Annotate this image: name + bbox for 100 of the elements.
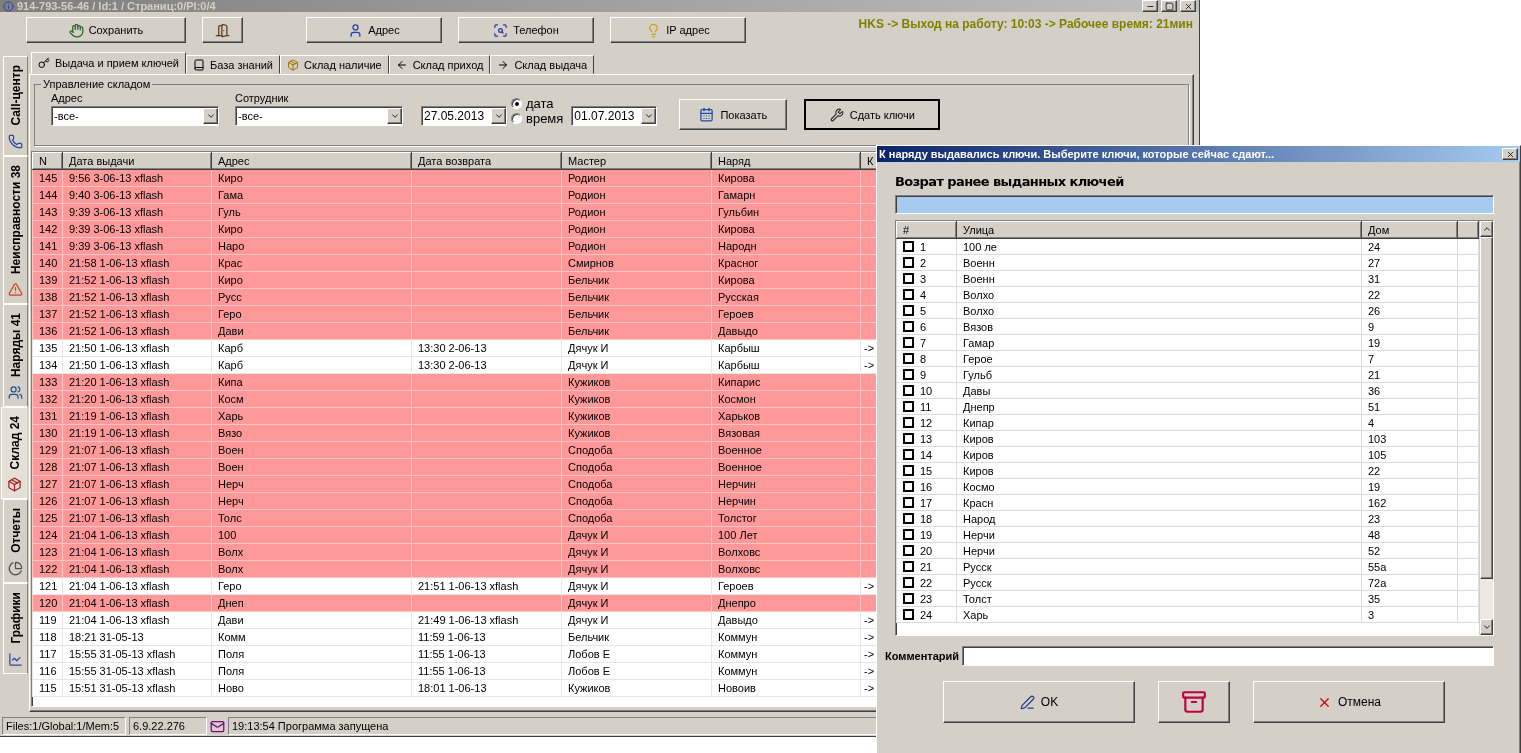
minimize-button[interactable] xyxy=(1142,0,1158,12)
checkbox[interactable] xyxy=(903,273,914,284)
checkbox[interactable] xyxy=(903,337,914,348)
toolbar-button[interactable]: Телефон xyxy=(458,17,594,43)
radio-option[interactable]: время xyxy=(511,111,564,126)
table-cell: Лобов Е xyxy=(568,648,610,660)
arrow-right-icon xyxy=(497,58,510,71)
table-cell: Поля xyxy=(218,665,245,677)
checkbox[interactable] xyxy=(903,513,914,524)
table-cell: Дави xyxy=(218,325,244,337)
column-header[interactable]: Мастер xyxy=(561,152,712,170)
side-tab[interactable]: Неисправности 38 xyxy=(3,155,28,304)
table-cell: Дячук И xyxy=(568,529,609,541)
side-tab[interactable]: Отчеты xyxy=(3,499,28,583)
table-cell: Бельчик xyxy=(568,325,610,337)
address-select[interactable]: -все- xyxy=(51,106,219,126)
show-button[interactable]: Показать xyxy=(679,99,788,130)
checkbox[interactable] xyxy=(903,353,914,364)
checkbox[interactable] xyxy=(903,577,914,588)
column-header[interactable] xyxy=(1457,221,1479,239)
table-cell: Родион xyxy=(568,189,606,201)
scroll-thumb[interactable] xyxy=(1480,237,1493,579)
checkbox[interactable] xyxy=(903,449,914,460)
table-cell: Нерч xyxy=(218,478,244,490)
table-cell: 9:39 3-06-13 xflash xyxy=(69,206,164,218)
checkbox[interactable] xyxy=(903,609,914,620)
table-cell: -> xyxy=(864,342,875,354)
column-header[interactable]: N xyxy=(32,152,63,170)
close-button[interactable] xyxy=(1180,0,1196,12)
field-label: Сотрудник xyxy=(235,92,290,104)
column-header[interactable]: Дата выдачи xyxy=(62,152,212,170)
column-header[interactable]: # xyxy=(896,221,957,239)
cancel-button[interactable]: Отмена xyxy=(1253,681,1445,723)
side-tab[interactable]: Графики xyxy=(3,582,28,674)
date-to-field[interactable]: 01.07.2013 xyxy=(571,106,658,126)
toolbar-button[interactable]: Адрес xyxy=(306,17,442,43)
checkbox[interactable] xyxy=(903,401,914,412)
table-cell: 21:52 1-06-13 xflash xyxy=(69,274,170,286)
dialog-title: К наряду выдавались ключи. Выберите ключи, которые сейчас сдают... xyxy=(879,148,1275,160)
table-cell: Военное xyxy=(718,444,762,456)
tab[interactable]: Выдача и прием ключей xyxy=(31,52,186,74)
column-header[interactable]: Дата возврата xyxy=(411,152,562,170)
table-cell: Народн xyxy=(718,240,757,252)
return-keys-button[interactable]: Сдать ключи xyxy=(804,99,941,130)
checkbox[interactable] xyxy=(903,465,914,476)
table-cell: Дячук И xyxy=(568,359,609,371)
checkbox[interactable] xyxy=(903,257,914,268)
comment-field[interactable] xyxy=(962,646,1494,666)
checkbox[interactable] xyxy=(903,417,914,428)
toolbar-button[interactable]: IP адрес xyxy=(610,17,746,43)
checkbox[interactable] xyxy=(903,369,914,380)
table-cell: 21:50 1-06-13 xflash xyxy=(69,359,170,371)
checkbox[interactable] xyxy=(903,321,914,332)
checkbox[interactable] xyxy=(903,385,914,396)
employee-select[interactable]: -все- xyxy=(235,106,403,126)
table-cell: 21:19 1-06-13 xflash xyxy=(69,410,170,422)
tab[interactable]: Склад выдача xyxy=(490,55,595,74)
table-cell: Русск xyxy=(956,574,1362,591)
checkbox[interactable] xyxy=(903,545,914,556)
row-number: 15 xyxy=(920,464,933,477)
table-cell: Днепро xyxy=(718,597,756,609)
checkbox[interactable] xyxy=(903,497,914,508)
radio-option[interactable]: дата xyxy=(511,96,564,111)
ok-button[interactable]: OK xyxy=(943,681,1135,723)
date-from-field[interactable]: 27.05.2013 xyxy=(421,106,507,126)
icon-button[interactable] xyxy=(1158,681,1230,723)
close-button[interactable] xyxy=(1502,148,1518,160)
column-header[interactable]: Наряд xyxy=(711,152,861,170)
table-cell: 18:21 31-05-13 xyxy=(69,631,144,643)
table-cell: 22 xyxy=(1361,462,1458,479)
toolbar-button[interactable]: Сохранить xyxy=(26,17,186,43)
table-cell: Киров xyxy=(956,462,1362,479)
maximize-button[interactable] xyxy=(1161,0,1177,12)
table-cell: 100 Лет xyxy=(718,529,758,541)
side-tab[interactable]: Call-центр xyxy=(3,56,28,156)
side-tab[interactable]: Склад 24 xyxy=(1,406,27,500)
checkbox[interactable] xyxy=(903,481,914,492)
tab[interactable]: Склад приход xyxy=(388,55,491,74)
checkbox[interactable] xyxy=(903,289,914,300)
chart-icon xyxy=(8,651,23,667)
tab[interactable]: Склад наличие xyxy=(280,55,389,74)
row-number: 14 xyxy=(920,448,933,461)
checkbox[interactable] xyxy=(903,593,914,604)
column-header[interactable]: Дом xyxy=(1361,221,1458,239)
checkbox[interactable] xyxy=(903,561,914,572)
checkbox[interactable] xyxy=(903,305,914,316)
row-number: 18 xyxy=(920,512,933,525)
checkbox[interactable] xyxy=(903,241,914,252)
table-cell: 129 xyxy=(39,444,58,456)
checkbox[interactable] xyxy=(903,433,914,444)
side-tab[interactable]: Наряды 41 xyxy=(3,303,28,407)
icon-button[interactable] xyxy=(202,17,243,43)
tab[interactable]: База знаний xyxy=(185,55,280,74)
column-header[interactable]: Адрес xyxy=(211,152,412,170)
scrollbar[interactable] xyxy=(1479,221,1493,635)
checkbox[interactable] xyxy=(903,529,914,540)
table-cell: 138 xyxy=(39,291,58,303)
column-header[interactable]: Улица xyxy=(956,221,1362,239)
window-title: 914-793-56-46 / Id:1 / Страниц:0/Pl:0/4 xyxy=(17,0,216,13)
people-icon xyxy=(8,384,23,400)
